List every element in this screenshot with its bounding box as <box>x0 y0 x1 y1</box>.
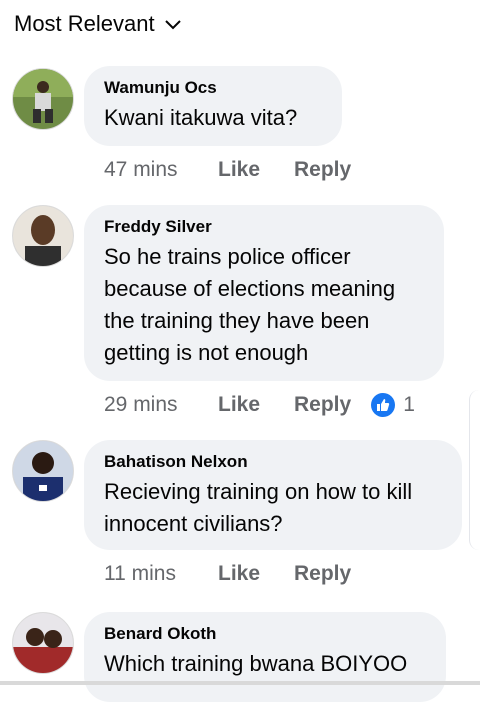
bottom-divider <box>0 681 480 685</box>
reaction-count: 1 <box>403 393 415 416</box>
avatar[interactable] <box>12 612 74 674</box>
comment-text: Recieving training on how to kill innoce… <box>104 479 413 536</box>
avatar[interactable] <box>12 205 74 267</box>
comment-bubble: Benard Okoth Which training bwana BOIYOO <box>84 612 446 702</box>
side-panel-edge <box>469 390 480 550</box>
comment-author[interactable]: Bahatison Nelxon <box>104 452 442 472</box>
sort-dropdown[interactable]: Most Relevant <box>14 10 183 38</box>
comment-text: So he trains police officer because of e… <box>104 244 396 365</box>
like-button[interactable]: Like <box>218 158 294 182</box>
thumbs-up-icon <box>371 393 396 417</box>
like-button[interactable]: Like <box>218 393 294 417</box>
sort-label: Most Relevant <box>14 11 155 36</box>
comment-bubble: Freddy Silver So he trains police office… <box>84 205 444 381</box>
comment-author[interactable]: Freddy Silver <box>104 217 424 237</box>
avatar[interactable] <box>12 68 74 130</box>
reply-button[interactable]: Reply <box>294 158 351 182</box>
comment-author[interactable]: Benard Okoth <box>104 624 426 644</box>
chevron-down-icon <box>164 20 181 30</box>
comment-author[interactable]: Wamunju Ocs <box>104 78 322 98</box>
comment-time[interactable]: 47 mins <box>104 158 218 182</box>
reaction-summary[interactable]: 1 <box>371 393 415 417</box>
avatar[interactable] <box>12 440 74 502</box>
comment-bubble: Bahatison Nelxon Recieving training on h… <box>84 440 462 550</box>
reply-button[interactable]: Reply <box>294 562 351 586</box>
comment-actions: 11 mins Like Reply <box>104 562 351 586</box>
comment-text: Which training bwana BOIYOO <box>104 651 408 676</box>
reply-button[interactable]: Reply <box>294 393 351 417</box>
comment-time[interactable]: 11 mins <box>104 562 218 586</box>
comment-time[interactable]: 29 mins <box>104 393 218 417</box>
comment-bubble: Wamunju Ocs Kwani itakuwa vita? <box>84 66 342 146</box>
comment-text: Kwani itakuwa vita? <box>104 105 298 130</box>
like-button[interactable]: Like <box>218 562 294 586</box>
comment-actions: 47 mins Like Reply <box>104 158 351 182</box>
comment-actions: 29 mins Like Reply 1 <box>104 393 415 417</box>
